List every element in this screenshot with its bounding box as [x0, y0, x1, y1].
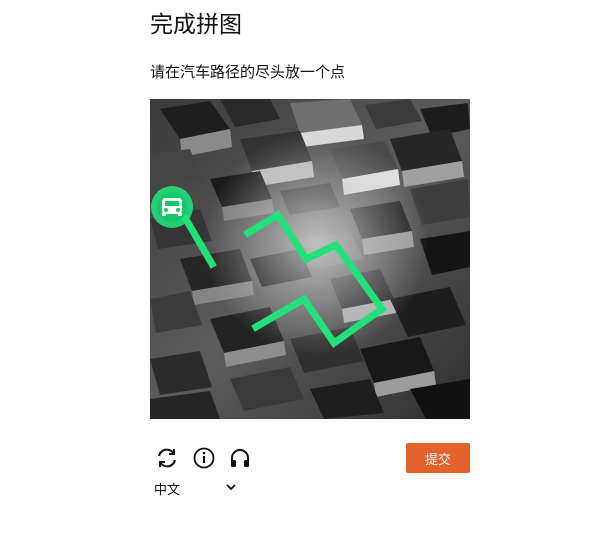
chevron-down-icon [226, 484, 236, 491]
refresh-button[interactable] [154, 445, 180, 471]
language-select[interactable]: 中文 [150, 477, 240, 499]
car-icon [151, 186, 193, 228]
info-icon [193, 447, 215, 469]
language-selected: 中文 [154, 482, 181, 498]
instruction-text: 请在汽车路径的尽头放一个点 [150, 63, 346, 81]
puzzle-image[interactable] [150, 99, 470, 419]
headphones-icon [231, 449, 249, 467]
audio-button[interactable] [227, 445, 253, 471]
city-blocks-image [150, 99, 470, 419]
info-button[interactable] [191, 445, 217, 471]
captcha-toolbar: 提交 [150, 441, 470, 475]
submit-button[interactable]: 提交 [406, 443, 470, 473]
page-title: 完成拼图 [150, 12, 242, 38]
refresh-icon [158, 448, 176, 468]
